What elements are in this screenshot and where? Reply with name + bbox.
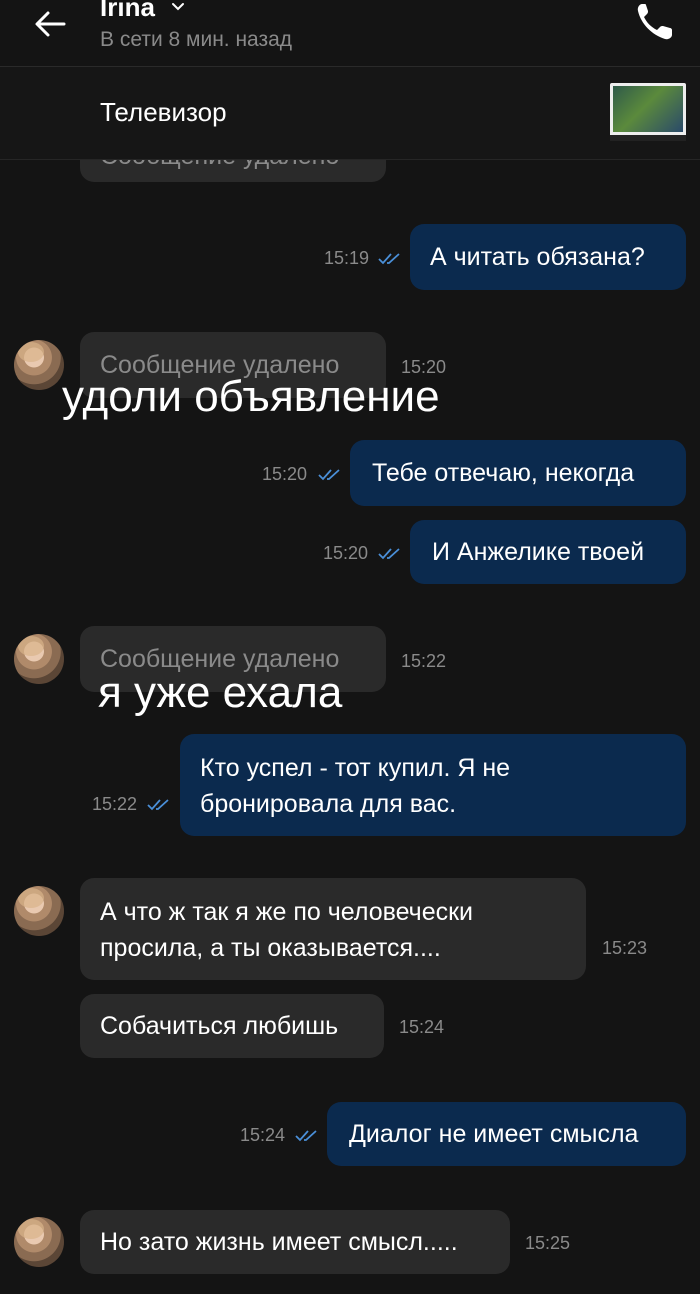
double-check-icon [295,1130,317,1142]
message-text: Диалог не имеет смысла [349,1120,639,1148]
overlay-caption: удоли объявление [62,372,440,421]
message-text: Собачиться любишь [100,1012,339,1040]
message-text: И Анжелике твоей [432,538,645,566]
message-bubble-outgoing[interactable]: И Анжелике твоей [410,520,686,584]
message-time: 15:25 [525,1233,571,1253]
message-bubble-incoming[interactable]: А что ж так я же по человечески просила,… [80,878,586,980]
double-check-icon [318,469,340,481]
message-text-line: просила, а ты оказывается.... [100,934,441,962]
message-text-line: Кто успел - тот купил. Я не [200,754,511,782]
message-bubble-incoming[interactable]: Но зато жизнь имеет смысл..... [80,1210,510,1274]
contact-avatar[interactable] [14,634,64,684]
message-text-line: бронировала для вас. [200,790,457,818]
listing-bar[interactable]: Телевизор [0,67,700,160]
message-time: 15:22 [92,794,138,814]
message-bubble-outgoing[interactable]: Кто успел - тот купил. Я не бронировала … [180,734,686,836]
message-time: 15:24 [240,1125,286,1145]
message-text: Но зато жизнь имеет смысл..... [100,1228,458,1256]
message-bubble-outgoing[interactable]: Диалог не имеет смысла [327,1102,686,1166]
message-text-line: А что ж так я же по человечески [100,898,474,926]
phone-icon[interactable] [634,0,676,44]
message-bubble-outgoing[interactable]: А читать обязана? [410,224,686,290]
message-bubble-outgoing[interactable]: Тебе отвечаю, некогда [350,440,686,506]
contact-avatar[interactable] [14,886,64,936]
chevron-down-icon[interactable] [170,0,186,14]
contact-avatar[interactable] [14,1217,64,1267]
message-list[interactable]: Сообщение удалено 15:19 А читать обязана… [0,160,700,1294]
tv-stand [610,135,686,141]
message-time: 15:22 [401,651,447,671]
message-time: 15:24 [399,1017,445,1037]
double-check-icon [378,253,400,265]
message-text: А читать обязана? [430,243,645,271]
message-time: 15:20 [262,464,308,484]
tv-screen-image [613,86,683,132]
back-arrow-icon[interactable] [30,6,70,42]
contact-avatar[interactable] [14,340,64,390]
chat-header: Irina В сети 8 мин. назад [0,0,700,67]
online-status: В сети 8 мин. назад [100,28,293,51]
message-bubble-incoming[interactable]: Сообщение удалено [80,160,386,182]
double-check-icon [378,548,400,560]
contact-name[interactable]: Irina [100,0,155,23]
message-time: 15:23 [602,938,648,958]
listing-title[interactable]: Телевизор [100,97,227,128]
message-time: 15:20 [323,543,369,563]
message-text: Тебе отвечаю, некогда [372,459,635,487]
message-bubble-incoming[interactable]: Собачиться любишь [80,994,384,1058]
message-text: Сообщение удалено [100,160,339,170]
message-time: 15:19 [324,248,370,268]
listing-thumbnail[interactable] [610,83,686,141]
overlay-caption: я уже ехала [98,668,343,717]
double-check-icon [147,799,169,811]
